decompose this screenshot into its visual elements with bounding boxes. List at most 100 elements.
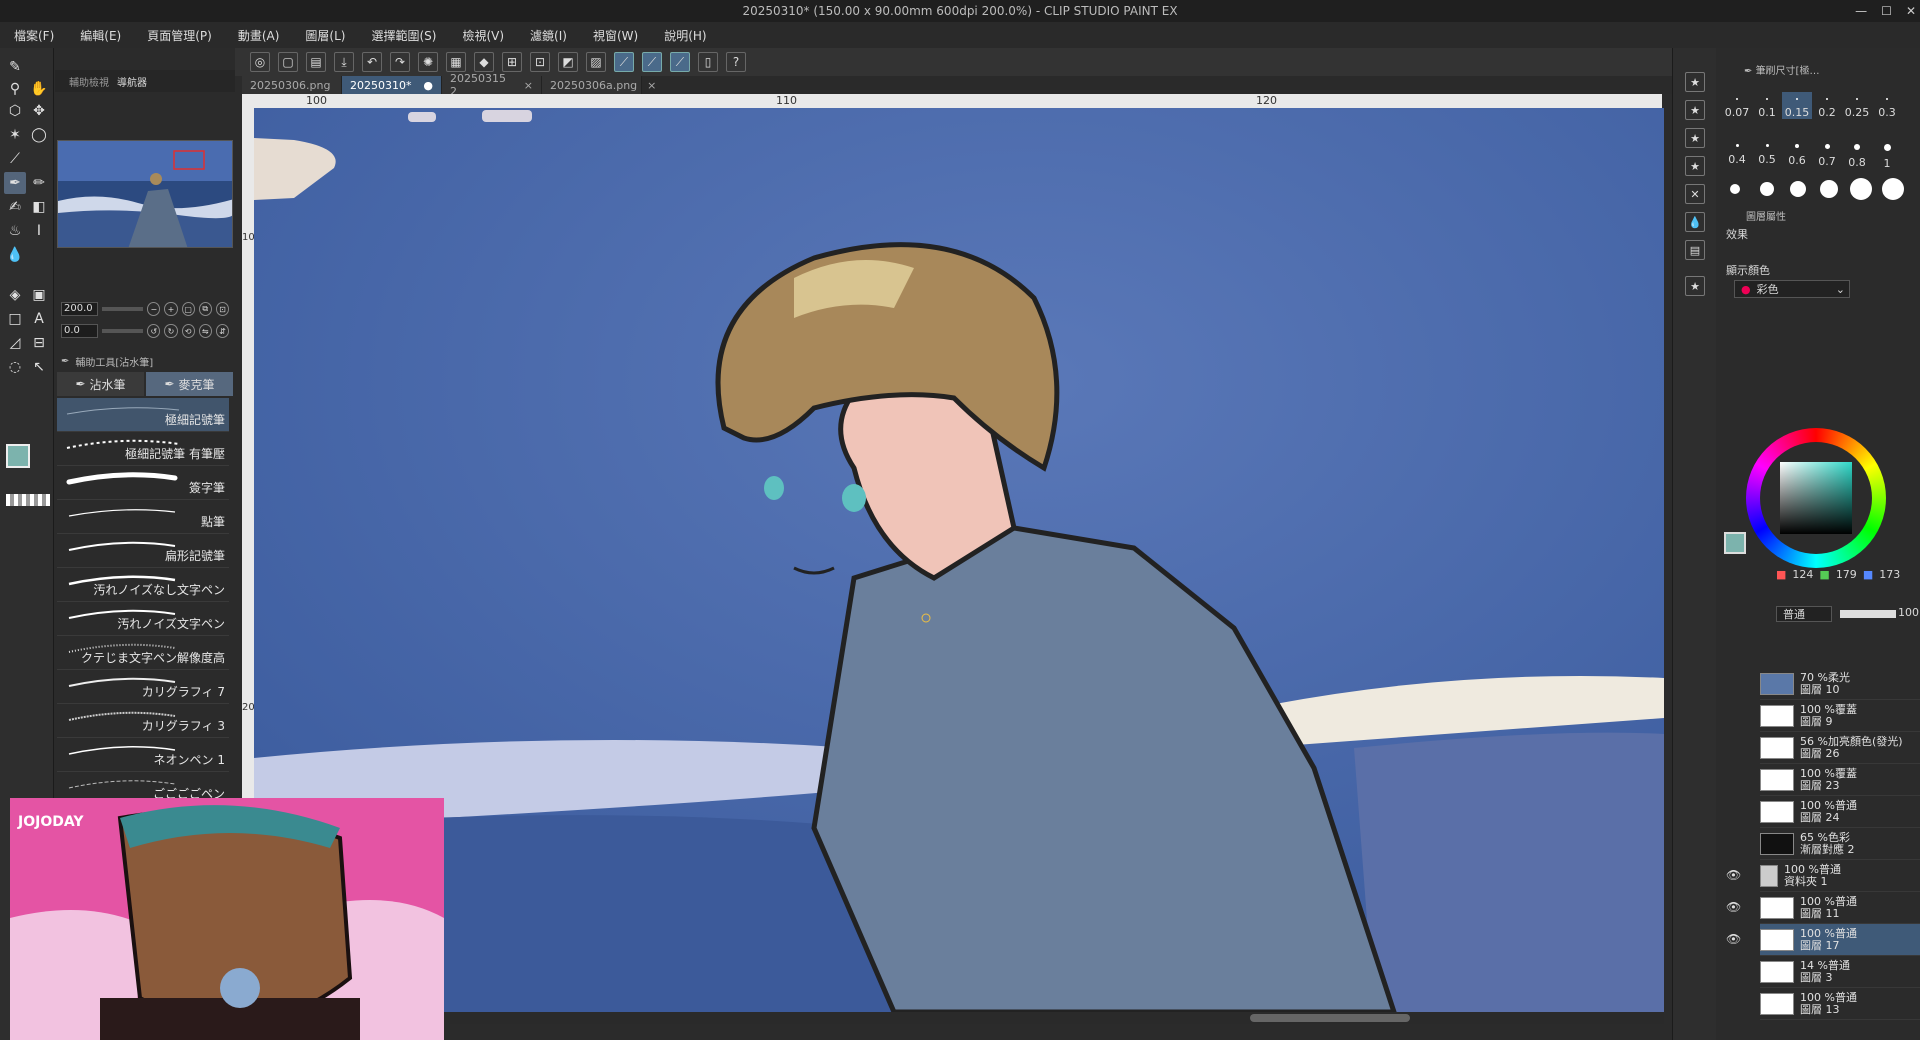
snap-ruler-icon[interactable]: ⟋ — [614, 52, 634, 72]
subtool-tab-marker[interactable]: ✒ 麥克筆 — [146, 372, 233, 396]
snap-special-ruler-icon[interactable]: ⟋ — [642, 52, 662, 72]
blend-mode-select[interactable]: 普通 — [1776, 606, 1832, 622]
snap-grid-icon[interactable]: ⟋ — [670, 52, 690, 72]
zoom-slider[interactable] — [102, 307, 144, 311]
brush-size-cell[interactable]: 0.1 — [1752, 98, 1782, 119]
layer-row[interactable]: 70 %柔光 圖層 10 — [1760, 668, 1920, 700]
transparent-color-swatch[interactable] — [6, 494, 50, 506]
pen-icon[interactable]: ✒ — [4, 172, 26, 194]
history-icon[interactable]: ▤ — [1685, 240, 1705, 260]
ink-icon[interactable]: 💧 — [1685, 212, 1705, 232]
layer-row[interactable]: 56 %加亮顏色(發光) 圖層 26 — [1760, 732, 1920, 764]
menu-file[interactable]: 檔案(F) — [14, 27, 54, 44]
opacity-value[interactable]: 100 — [1898, 606, 1919, 619]
fit-window-icon[interactable]: ⧉ — [198, 302, 212, 316]
brush-item[interactable]: カリグラフィ 3 — [57, 704, 229, 738]
zoom-icon[interactable]: ⚲ — [4, 78, 26, 100]
menu-help[interactable]: 說明(H) — [664, 27, 706, 44]
tab-document-active[interactable]: 20250310* ● — [342, 76, 442, 94]
invert-selection-icon[interactable]: ◩ — [558, 52, 578, 72]
unsaved-dot-icon[interactable]: ● — [423, 79, 433, 92]
zoom-in-icon[interactable]: + — [164, 302, 178, 316]
material-icon[interactable]: ★ — [1685, 72, 1705, 92]
tab-document[interactable]: 20250306.png× — [242, 76, 350, 94]
maximize-button[interactable]: ☐ — [1881, 4, 1892, 18]
layer-row[interactable]: 100 %普通 圖層 13 — [1760, 988, 1920, 1020]
menu-edit[interactable]: 編輯(E) — [80, 27, 121, 44]
fill-bucket-icon[interactable]: ◈ — [4, 284, 26, 306]
horizontal-scrollbar[interactable] — [450, 1012, 1664, 1024]
open-file-icon[interactable]: ▤ — [306, 52, 326, 72]
brush-item[interactable]: 汚れノイズ文字ペン — [57, 602, 229, 636]
menu-selection[interactable]: 選擇範圍(S) — [371, 27, 436, 44]
close-tab-icon[interactable]: × — [524, 79, 533, 92]
brush-item[interactable]: 汚れノイズなし文字ペン — [57, 568, 229, 602]
object-select-icon[interactable]: ⬡ — [4, 100, 26, 122]
brush-item[interactable]: 極細記號筆 — [57, 398, 229, 432]
figure-icon[interactable]: □ — [4, 308, 26, 330]
ruler-icon[interactable]: ⊟ — [28, 332, 50, 354]
gradient-icon[interactable]: ▣ — [28, 284, 50, 306]
brush-item[interactable]: クテじま文字ペン解像度高 — [57, 636, 229, 670]
eyedropper-icon[interactable]: ⟋ — [4, 148, 26, 170]
tab-document[interactable]: 20250315 2 × — [442, 72, 542, 98]
eye-icon[interactable]: 👁 — [1726, 932, 1741, 946]
menu-filter[interactable]: 濾鏡(I) — [530, 27, 567, 44]
move-icon[interactable]: ✥ — [28, 100, 50, 122]
new-file-icon[interactable]: ▢ — [278, 52, 298, 72]
device-icon[interactable]: ▯ — [698, 52, 718, 72]
subtool-tab-dip-pen[interactable]: ✒ 沾水筆 — [57, 372, 144, 396]
layer-row[interactable]: 65 %色彩 漸層對應 2 — [1760, 828, 1920, 860]
material-icon[interactable]: ✕ — [1685, 184, 1705, 204]
display-color-select[interactable]: ● 彩色 ⌄ — [1734, 280, 1850, 298]
brush-size-cell[interactable]: 0.5 — [1752, 144, 1782, 166]
rotate-value[interactable]: 0.0 — [61, 324, 99, 338]
tab-sub-view[interactable]: 輔助檢視 — [69, 74, 109, 89]
brush-item[interactable]: ネオンペン 1 — [57, 738, 229, 772]
lasso-icon[interactable]: ◯ — [28, 124, 50, 146]
close-tab-icon[interactable]: × — [647, 79, 656, 92]
menu-layer[interactable]: 圖層(L) — [305, 27, 345, 44]
brush-size-cell[interactable]: 0.7 — [1812, 144, 1842, 168]
brush-size-cell[interactable]: 0.25 — [1842, 98, 1872, 119]
opacity-slider[interactable] — [1840, 610, 1896, 618]
navigator-preview[interactable] — [57, 140, 233, 248]
brush-size-cell[interactable]: 0.8 — [1842, 144, 1872, 169]
fill-icon[interactable]: ◆ — [474, 52, 494, 72]
layer-row[interactable]: 100 %普通 圖層 11 — [1760, 892, 1920, 924]
flip-vertical-icon[interactable]: ⇵ — [215, 324, 229, 338]
brush-size-cell[interactable]: 0.07 — [1722, 98, 1752, 119]
menu-page[interactable]: 頁面管理(P) — [147, 27, 212, 44]
zoom-out-icon[interactable]: − — [147, 302, 161, 316]
eye-icon[interactable]: 👁 — [1726, 868, 1741, 882]
tab-document[interactable]: 20250306a.png × — [542, 76, 656, 94]
loading-icon[interactable]: ✺ — [418, 52, 438, 72]
layer-row[interactable]: 100 %覆蓋 圖層 9 — [1760, 700, 1920, 732]
eye-icon[interactable]: 👁 — [1726, 900, 1741, 914]
rotate-slider[interactable] — [102, 329, 144, 333]
magic-wand-icon[interactable]: ✶ — [4, 124, 26, 146]
layer-row[interactable]: 14 %普通 圖層 3 — [1760, 956, 1920, 988]
brush-item[interactable]: カリグラフィ 7 — [57, 670, 229, 704]
clip-studio-icon[interactable]: ◎ — [250, 52, 270, 72]
brush-size-cell[interactable]: 0.2 — [1812, 98, 1842, 119]
frame-icon[interactable]: ◿ — [4, 332, 26, 354]
decoration-icon[interactable]: Ⅰ — [28, 220, 50, 242]
brush-size-cell[interactable]: 0.15 — [1782, 92, 1812, 119]
fit-icon[interactable]: ▢ — [181, 302, 195, 316]
airbrush-icon[interactable]: ♨ — [4, 220, 26, 242]
rotate-right-icon[interactable]: ↻ — [164, 324, 178, 338]
layer-row-selected[interactable]: 100 %普通 圖層 17 — [1760, 924, 1920, 956]
main-color-swatch[interactable] — [6, 444, 30, 468]
color-chips[interactable] — [4, 444, 52, 514]
help-icon[interactable]: ? — [726, 52, 746, 72]
color-wheel[interactable] — [1746, 428, 1886, 568]
brush-item[interactable]: 簽字筆 — [57, 466, 229, 500]
layer-row[interactable]: 100 %普通 圖層 24 — [1760, 796, 1920, 828]
minimize-button[interactable]: — — [1855, 4, 1867, 18]
transform-icon[interactable]: ⊞ — [502, 52, 522, 72]
hand-icon[interactable]: ✋ — [28, 78, 50, 100]
redo-icon[interactable]: ↷ — [390, 52, 410, 72]
main-color-swatch[interactable] — [1724, 532, 1746, 554]
rotate-left-icon[interactable]: ↺ — [147, 324, 161, 338]
